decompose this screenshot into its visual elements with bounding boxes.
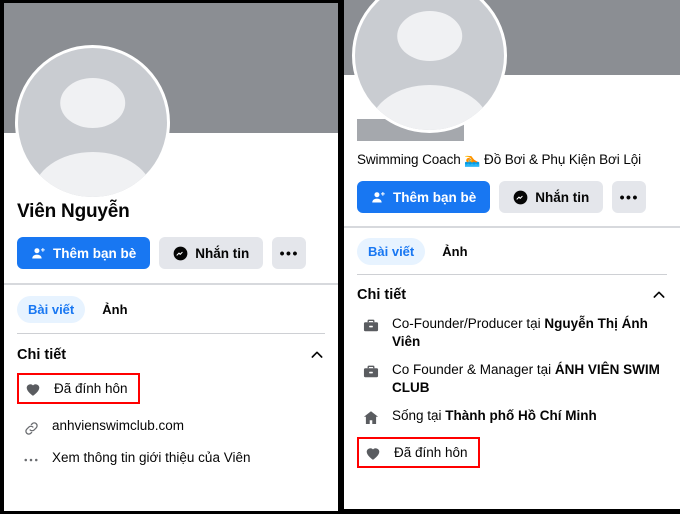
screenshot-root: Viên Nguyễn Thêm bạn bè xyxy=(0,0,680,514)
avatar-body-shape xyxy=(370,85,489,130)
home-icon xyxy=(361,408,381,428)
details-title: Chi tiết xyxy=(17,347,66,363)
section-divider xyxy=(344,226,680,228)
add-friend-button[interactable]: Thêm bạn bè xyxy=(17,237,150,269)
heart-icon xyxy=(363,443,383,463)
chevron-up-icon[interactable] xyxy=(651,287,667,303)
avatar[interactable] xyxy=(15,45,170,200)
profile-tagline: Swimming Coach 🏊 Đồ Bơi & Phụ Kiện Bơi L… xyxy=(357,152,667,168)
detail-row-website[interactable]: anhvienswimclub.com xyxy=(4,417,338,438)
messenger-icon xyxy=(173,246,188,261)
avatar[interactable] xyxy=(352,0,507,133)
tagline-suffix: Đồ Bơi & Phụ Kiện Bơi Lội xyxy=(480,152,641,167)
detail-prefix: Sống tại xyxy=(392,408,445,423)
detail-row-see-about[interactable]: Xem thông tin giới thiệu của Viên xyxy=(4,449,338,470)
tab-posts[interactable]: Bài viết xyxy=(357,238,425,265)
message-label: Nhắn tin xyxy=(195,246,249,261)
details-section-header[interactable]: Chi tiết xyxy=(4,347,338,363)
left-profile-panel: Viên Nguyễn Thêm bạn bè xyxy=(4,3,338,511)
detail-text: Co Founder & Manager tại ÁNH VIÊN SWIM C… xyxy=(392,361,674,397)
avatar-placeholder-image xyxy=(355,0,504,130)
briefcase-icon xyxy=(361,316,381,336)
add-friend-label: Thêm bạn bè xyxy=(53,246,136,261)
cover-photo[interactable] xyxy=(4,3,338,133)
detail-row-lives-in[interactable]: Sống tại Thành phố Hồ Chí Minh xyxy=(344,407,680,428)
message-button[interactable]: Nhắn tin xyxy=(499,181,603,213)
page-title: Viên Nguyễn xyxy=(17,201,325,223)
message-button[interactable]: Nhắn tin xyxy=(159,237,263,269)
cover-photo[interactable] xyxy=(344,0,680,75)
link-icon xyxy=(21,418,41,438)
details-section-header[interactable]: Chi tiết xyxy=(344,287,680,303)
messenger-icon xyxy=(513,190,528,205)
detail-text: anhvienswimclub.com xyxy=(52,417,184,435)
tabs-divider xyxy=(17,333,325,334)
swimmer-icon: 🏊 xyxy=(464,152,480,167)
section-divider xyxy=(4,283,338,285)
more-options-button[interactable]: ••• xyxy=(612,181,646,213)
profile-tabs: Bài viết Ảnh xyxy=(344,238,680,265)
person-add-icon xyxy=(371,190,386,205)
detail-prefix: Co-Founder/Producer tại xyxy=(392,316,544,331)
detail-text: Sống tại Thành phố Hồ Chí Minh xyxy=(392,407,597,425)
detail-text: Đã đính hôn xyxy=(54,380,128,398)
avatar-placeholder-image xyxy=(18,48,167,197)
add-friend-button[interactable]: Thêm bạn bè xyxy=(357,181,490,213)
right-profile-panel: Swimming Coach 🏊 Đồ Bơi & Phụ Kiện Bơi L… xyxy=(344,0,680,509)
detail-row-work-1[interactable]: Co-Founder/Producer tại Nguyễn Thị Ánh V… xyxy=(344,315,680,351)
detail-text: Co-Founder/Producer tại Nguyễn Thị Ánh V… xyxy=(392,315,674,351)
detail-row-relationship-highlighted[interactable]: Đã đính hôn xyxy=(357,437,480,468)
chevron-up-icon[interactable] xyxy=(309,347,325,363)
avatar-body-shape xyxy=(33,152,152,197)
heart-icon xyxy=(23,379,43,399)
detail-prefix: Co Founder & Manager tại xyxy=(392,362,555,377)
more-options-button[interactable]: ••• xyxy=(272,237,306,269)
tab-photos[interactable]: Ảnh xyxy=(91,296,138,323)
add-friend-label: Thêm bạn bè xyxy=(393,190,476,205)
detail-text: Đã đính hôn xyxy=(394,444,468,462)
message-label: Nhắn tin xyxy=(535,190,589,205)
ellipsis-icon: ••• xyxy=(280,245,299,261)
details-title: Chi tiết xyxy=(357,287,406,303)
detail-text: Xem thông tin giới thiệu của Viên xyxy=(52,449,250,467)
avatar-head-shape xyxy=(397,11,463,62)
ellipsis-icon: ••• xyxy=(620,189,639,205)
tab-posts[interactable]: Bài viết xyxy=(17,296,85,323)
tab-photos[interactable]: Ảnh xyxy=(431,238,478,265)
detail-row-relationship-highlighted[interactable]: Đã đính hôn xyxy=(17,373,140,404)
detail-bold: Thành phố Hồ Chí Minh xyxy=(445,408,596,423)
tagline-prefix: Swimming Coach xyxy=(357,152,464,167)
profile-tabs: Bài viết Ảnh xyxy=(4,296,338,323)
avatar-head-shape xyxy=(60,78,126,129)
briefcase-icon xyxy=(361,362,381,382)
tabs-divider xyxy=(357,274,667,275)
detail-row-work-2[interactable]: Co Founder & Manager tại ÁNH VIÊN SWIM C… xyxy=(344,361,680,397)
ellipsis-icon xyxy=(21,450,41,470)
person-add-icon xyxy=(31,246,46,261)
